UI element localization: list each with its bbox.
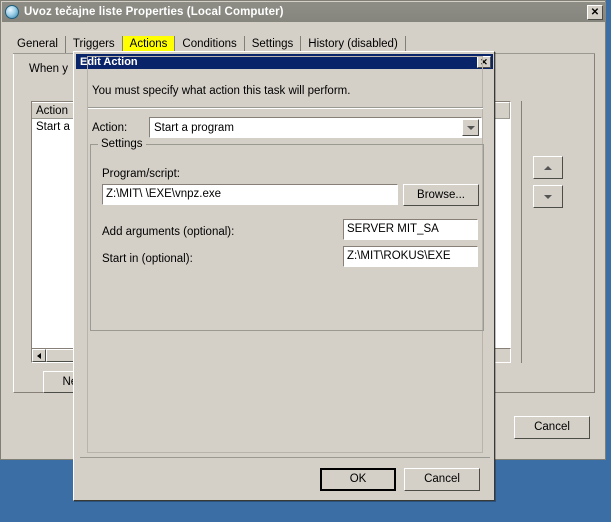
action-label: Action: (92, 121, 128, 134)
dialog-footer-divider (80, 457, 490, 458)
edit-action-dialog: Edit Action ✕ You must specify what acti… (73, 51, 495, 501)
edit-action-title: Edit Action (80, 55, 138, 68)
edit-action-titlebar: Edit Action ✕ (76, 54, 493, 69)
cancel-button[interactable]: Cancel (404, 468, 480, 491)
edit-action-close-button[interactable]: ✕ (477, 55, 491, 68)
edit-action-instruction: You must specify what action this task w… (92, 85, 351, 97)
browse-button[interactable]: Browse... (403, 184, 479, 206)
properties-cancel-button[interactable]: Cancel (514, 416, 590, 439)
add-arguments-input[interactable]: SERVER MIT_SA (343, 219, 478, 240)
properties-window-title: Uvoz tečajne liste Properties (Local Com… (24, 6, 284, 18)
panel-divider (521, 101, 522, 363)
arrow-down-icon (544, 194, 552, 199)
program-script-label: Program/script: (102, 168, 180, 180)
settings-group-label: Settings (98, 138, 146, 150)
scroll-left-icon[interactable] (32, 349, 46, 362)
move-up-button[interactable] (533, 156, 563, 179)
tab-general[interactable]: General (13, 36, 66, 54)
start-in-input[interactable]: Z:\MIT\ROKUS\EXE (343, 246, 478, 267)
instruction-divider (88, 107, 483, 109)
action-selector-row: Action: Start a program (92, 117, 482, 138)
arrow-up-icon (544, 165, 552, 170)
desktop-background: Uvoz tečajne liste Properties (Local Com… (0, 0, 611, 522)
action-dropdown[interactable]: Start a program (149, 117, 482, 138)
chevron-down-icon[interactable] (462, 119, 479, 136)
move-down-button[interactable] (533, 185, 563, 208)
clock-icon (5, 5, 19, 19)
action-dropdown-value: Start a program (154, 121, 234, 134)
action-order-buttons (533, 156, 563, 214)
start-in-label: Start in (optional): (102, 253, 193, 265)
properties-close-button[interactable]: ✕ (587, 4, 603, 20)
actions-intro-text: When y (29, 63, 68, 75)
properties-titlebar: Uvoz tečajne liste Properties (Local Com… (2, 2, 606, 22)
program-script-input[interactable]: Z:\MIT\ \EXE\vnpz.exe (102, 184, 398, 205)
add-arguments-label: Add arguments (optional): (102, 226, 235, 238)
dialog-button-row: OK Cancel (320, 468, 480, 491)
ok-button[interactable]: OK (320, 468, 396, 491)
